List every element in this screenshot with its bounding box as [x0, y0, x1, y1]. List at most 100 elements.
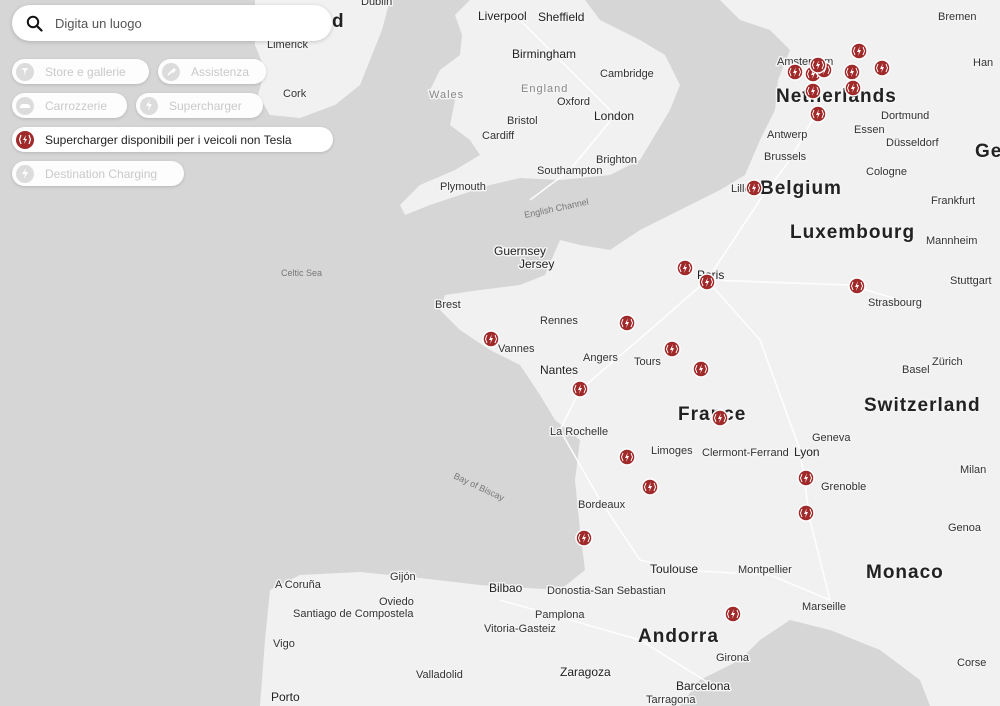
filter-supercharger[interactable]: Supercharger — [136, 93, 263, 118]
label-region: England — [521, 83, 568, 95]
label-city: Cork — [283, 88, 307, 100]
label-city: Toulouse — [650, 562, 698, 576]
supercharger-marker[interactable] — [873, 59, 891, 77]
label-celtic-sea: Celtic Sea — [281, 268, 322, 278]
label-city: Han — [973, 57, 993, 69]
label-city: Porto — [271, 690, 300, 704]
label-city: Oviedo — [379, 596, 414, 608]
label-city: Angers — [583, 352, 618, 364]
label-city: d — [332, 11, 345, 32]
bolt-icon — [140, 96, 158, 115]
filter-carrozzerie[interactable]: Carrozzerie — [12, 93, 127, 118]
label-city: Grenoble — [821, 481, 866, 493]
label-city: Antwerp — [767, 129, 807, 141]
label-luxembourg: Luxembourg — [790, 222, 915, 243]
label-city: Southampton — [537, 165, 602, 177]
label-city: Cambridge — [600, 68, 654, 80]
label-city: Gijón — [390, 571, 416, 583]
label-city: Brest — [435, 299, 461, 311]
label-city: Mannheim — [926, 235, 977, 247]
supercharger-marker[interactable] — [698, 273, 716, 291]
search-box[interactable] — [12, 5, 332, 41]
label-andorra: Andorra — [638, 626, 719, 647]
supercharger-marker[interactable] — [711, 409, 729, 427]
search-input[interactable] — [53, 14, 307, 32]
supercharger-marker[interactable] — [809, 56, 827, 74]
label-city: Valladolid — [416, 669, 463, 681]
supercharger-marker[interactable] — [692, 360, 710, 378]
filter-store-e-gallerie[interactable]: Store e gallerie — [12, 59, 149, 84]
supercharger-marker[interactable] — [809, 105, 827, 123]
label-city: Zaragoza — [560, 665, 611, 679]
label-city: Cardiff — [482, 130, 515, 142]
label-city: Guernsey — [494, 244, 546, 258]
supercharger-marker[interactable] — [663, 340, 681, 358]
supercharger-marker[interactable] — [786, 63, 804, 81]
filter-assistenza[interactable]: Assistenza — [158, 59, 266, 84]
label-city: Vannes — [498, 343, 535, 355]
filter-label: Store e gallerie — [45, 64, 126, 79]
label-switzerland: Switzerland — [864, 395, 981, 416]
label-city: Sheffield — [538, 10, 584, 24]
label-city: Rennes — [540, 315, 578, 327]
supercharger-marker[interactable] — [571, 380, 589, 398]
supercharger-marker[interactable] — [797, 504, 815, 522]
supercharger-marker[interactable] — [676, 259, 694, 277]
filter-label: Destination Charging — [45, 166, 158, 181]
supercharger-bolt-icon — [16, 130, 34, 149]
label-city: Ge — [975, 141, 1000, 162]
label-netherlands: Netherlands — [776, 86, 897, 107]
label-city: Vitoria-Gasteiz — [484, 623, 556, 635]
supercharger-marker[interactable] — [482, 330, 500, 348]
label-city: La Rochelle — [550, 426, 608, 438]
label-region: Wales — [429, 89, 464, 101]
bolt-icon — [16, 164, 34, 183]
label-city: Nantes — [540, 363, 578, 377]
label-city: Bristol — [507, 115, 538, 127]
car-body-icon — [16, 96, 34, 115]
label-city: Brussels — [764, 151, 807, 163]
label-city: Oxford — [557, 96, 590, 108]
supercharger-marker[interactable] — [618, 314, 636, 332]
label-city: Zürich — [932, 356, 963, 368]
supercharger-marker[interactable] — [797, 469, 815, 487]
label-city: Donostia-San Sebastian — [547, 585, 666, 597]
filter-destination-charging[interactable]: Destination Charging — [12, 161, 184, 186]
supercharger-marker[interactable] — [618, 448, 636, 466]
label-city: Bilbao — [489, 581, 523, 595]
label-city: Vigo — [273, 638, 295, 650]
label-city: Tours — [634, 356, 661, 368]
label-city: Liverpool — [478, 9, 527, 23]
label-city: Geneva — [812, 432, 851, 444]
supercharger-marker[interactable] — [724, 605, 742, 623]
supercharger-marker[interactable] — [641, 478, 659, 496]
supercharger-marker[interactable] — [843, 63, 861, 81]
supercharger-marker[interactable] — [848, 277, 866, 295]
supercharger-marker[interactable] — [804, 82, 822, 100]
label-city: Bremen — [938, 11, 977, 23]
label-city: Strasbourg — [868, 297, 922, 309]
label-city: Girona — [716, 652, 750, 664]
label-city: Stuttgart — [950, 275, 992, 287]
label-city: A Coruña — [275, 579, 322, 591]
label-city: Essen — [854, 124, 885, 136]
label-city: Bordeaux — [578, 499, 626, 511]
label-city: Dortmund — [881, 110, 929, 122]
supercharger-marker[interactable] — [745, 179, 763, 197]
label-city: Santiago de Compostela — [293, 608, 414, 620]
filter-label: Supercharger disponibili per i veicoli n… — [45, 132, 292, 147]
label-city: Barcelona — [676, 679, 730, 693]
supercharger-marker[interactable] — [844, 79, 862, 97]
filter-label: Carrozzerie — [45, 98, 108, 113]
label-monaco: Monaco — [866, 562, 944, 583]
label-city: Dublin — [361, 0, 392, 8]
label-city: Cologne — [866, 166, 907, 178]
label-city: Montpellier — [738, 564, 792, 576]
label-city: Düsseldorf — [886, 137, 940, 149]
label-belgium: Belgium — [760, 178, 842, 199]
supercharger-marker[interactable] — [850, 42, 868, 60]
label-city: Lyon — [794, 445, 820, 459]
filter-supercharger-non-tesla[interactable]: Supercharger disponibili per i veicoli n… — [12, 127, 333, 152]
supercharger-marker[interactable] — [575, 529, 593, 547]
label-city: Birmingham — [512, 47, 576, 61]
